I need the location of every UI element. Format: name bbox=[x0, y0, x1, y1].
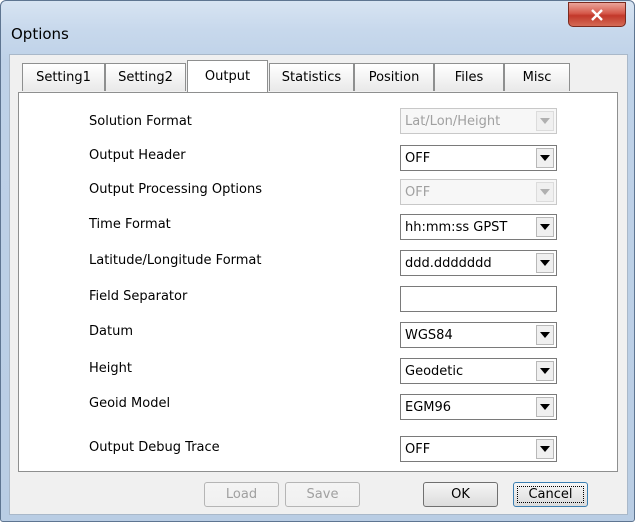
field-separator-input[interactable] bbox=[400, 286, 557, 312]
output-processing-options-value: OFF bbox=[405, 185, 431, 200]
cancel-button[interactable]: Cancel bbox=[513, 482, 588, 507]
chevron-down-icon bbox=[536, 182, 554, 202]
solution-format-value: Lat/Lon/Height bbox=[405, 114, 501, 129]
chevron-down-icon bbox=[536, 361, 554, 381]
tab-label: Position bbox=[368, 70, 420, 85]
chevron-down-icon bbox=[536, 397, 554, 417]
save-button-label: Save bbox=[306, 487, 339, 502]
solution-format-select[interactable]: Lat/Lon/Height bbox=[400, 108, 557, 134]
focus-rectangle bbox=[517, 486, 584, 503]
latlon-format-value: ddd.ddddddd bbox=[405, 256, 492, 271]
output-debug-trace-label: Output Debug Trace bbox=[89, 440, 220, 455]
tab-label: Misc bbox=[522, 70, 552, 85]
geoid-model-value: EGM96 bbox=[405, 400, 452, 415]
output-header-label: Output Header bbox=[89, 148, 186, 163]
save-button[interactable]: Save bbox=[285, 482, 360, 507]
ok-button-label: OK bbox=[451, 487, 470, 502]
load-button[interactable]: Load bbox=[204, 482, 279, 507]
output-debug-trace-value: OFF bbox=[405, 442, 431, 457]
time-format-value: hh:mm:ss GPST bbox=[405, 220, 508, 235]
height-value: Geodetic bbox=[405, 364, 464, 379]
output-header-select[interactable]: OFF bbox=[400, 145, 557, 171]
datum-label: Datum bbox=[89, 324, 133, 339]
tab-label: Output bbox=[204, 69, 251, 84]
time-format-label: Time Format bbox=[89, 217, 171, 232]
datum-select[interactable]: WGS84 bbox=[400, 322, 557, 348]
solution-format-label: Solution Format bbox=[89, 114, 192, 129]
field-separator-label: Field Separator bbox=[89, 289, 188, 304]
tab-setting1[interactable]: Setting1 bbox=[22, 63, 105, 91]
height-label: Height bbox=[89, 361, 132, 376]
tab-label: Files bbox=[454, 70, 484, 85]
time-format-select[interactable]: hh:mm:ss GPST bbox=[400, 214, 557, 240]
tab-statistics[interactable]: Statistics bbox=[269, 63, 354, 91]
latlon-format-label: Latitude/Longitude Format bbox=[89, 253, 262, 268]
tab-position[interactable]: Position bbox=[354, 63, 434, 91]
chevron-down-icon bbox=[536, 148, 554, 168]
tab-setting2[interactable]: Setting2 bbox=[105, 63, 186, 91]
tab-label: Statistics bbox=[281, 70, 342, 85]
chevron-down-icon bbox=[536, 439, 554, 459]
chevron-down-icon bbox=[536, 111, 554, 131]
output-processing-options-select[interactable]: OFF bbox=[400, 179, 557, 205]
load-button-label: Load bbox=[225, 487, 258, 502]
chevron-down-icon bbox=[536, 217, 554, 237]
title-bar[interactable]: Options bbox=[1, 1, 634, 45]
output-header-value: OFF bbox=[405, 151, 431, 166]
chevron-down-icon bbox=[536, 253, 554, 273]
output-debug-trace-select[interactable]: OFF bbox=[400, 436, 557, 462]
tab-misc[interactable]: Misc bbox=[504, 63, 570, 91]
chevron-down-icon bbox=[536, 325, 554, 345]
output-processing-options-label: Output Processing Options bbox=[89, 182, 262, 197]
latlon-format-select[interactable]: ddd.ddddddd bbox=[400, 250, 557, 276]
tab-output[interactable]: Output bbox=[187, 60, 268, 92]
tab-label: Setting2 bbox=[118, 70, 173, 85]
ok-button[interactable]: OK bbox=[423, 482, 498, 507]
tab-files[interactable]: Files bbox=[434, 63, 504, 91]
close-icon bbox=[591, 8, 603, 21]
close-button[interactable] bbox=[568, 2, 626, 27]
geoid-model-label: Geoid Model bbox=[89, 396, 171, 411]
window-title: Options bbox=[11, 25, 69, 43]
datum-value: WGS84 bbox=[405, 328, 453, 343]
height-select[interactable]: Geodetic bbox=[400, 358, 557, 384]
tab-label: Setting1 bbox=[36, 70, 91, 85]
geoid-model-select[interactable]: EGM96 bbox=[400, 394, 557, 420]
